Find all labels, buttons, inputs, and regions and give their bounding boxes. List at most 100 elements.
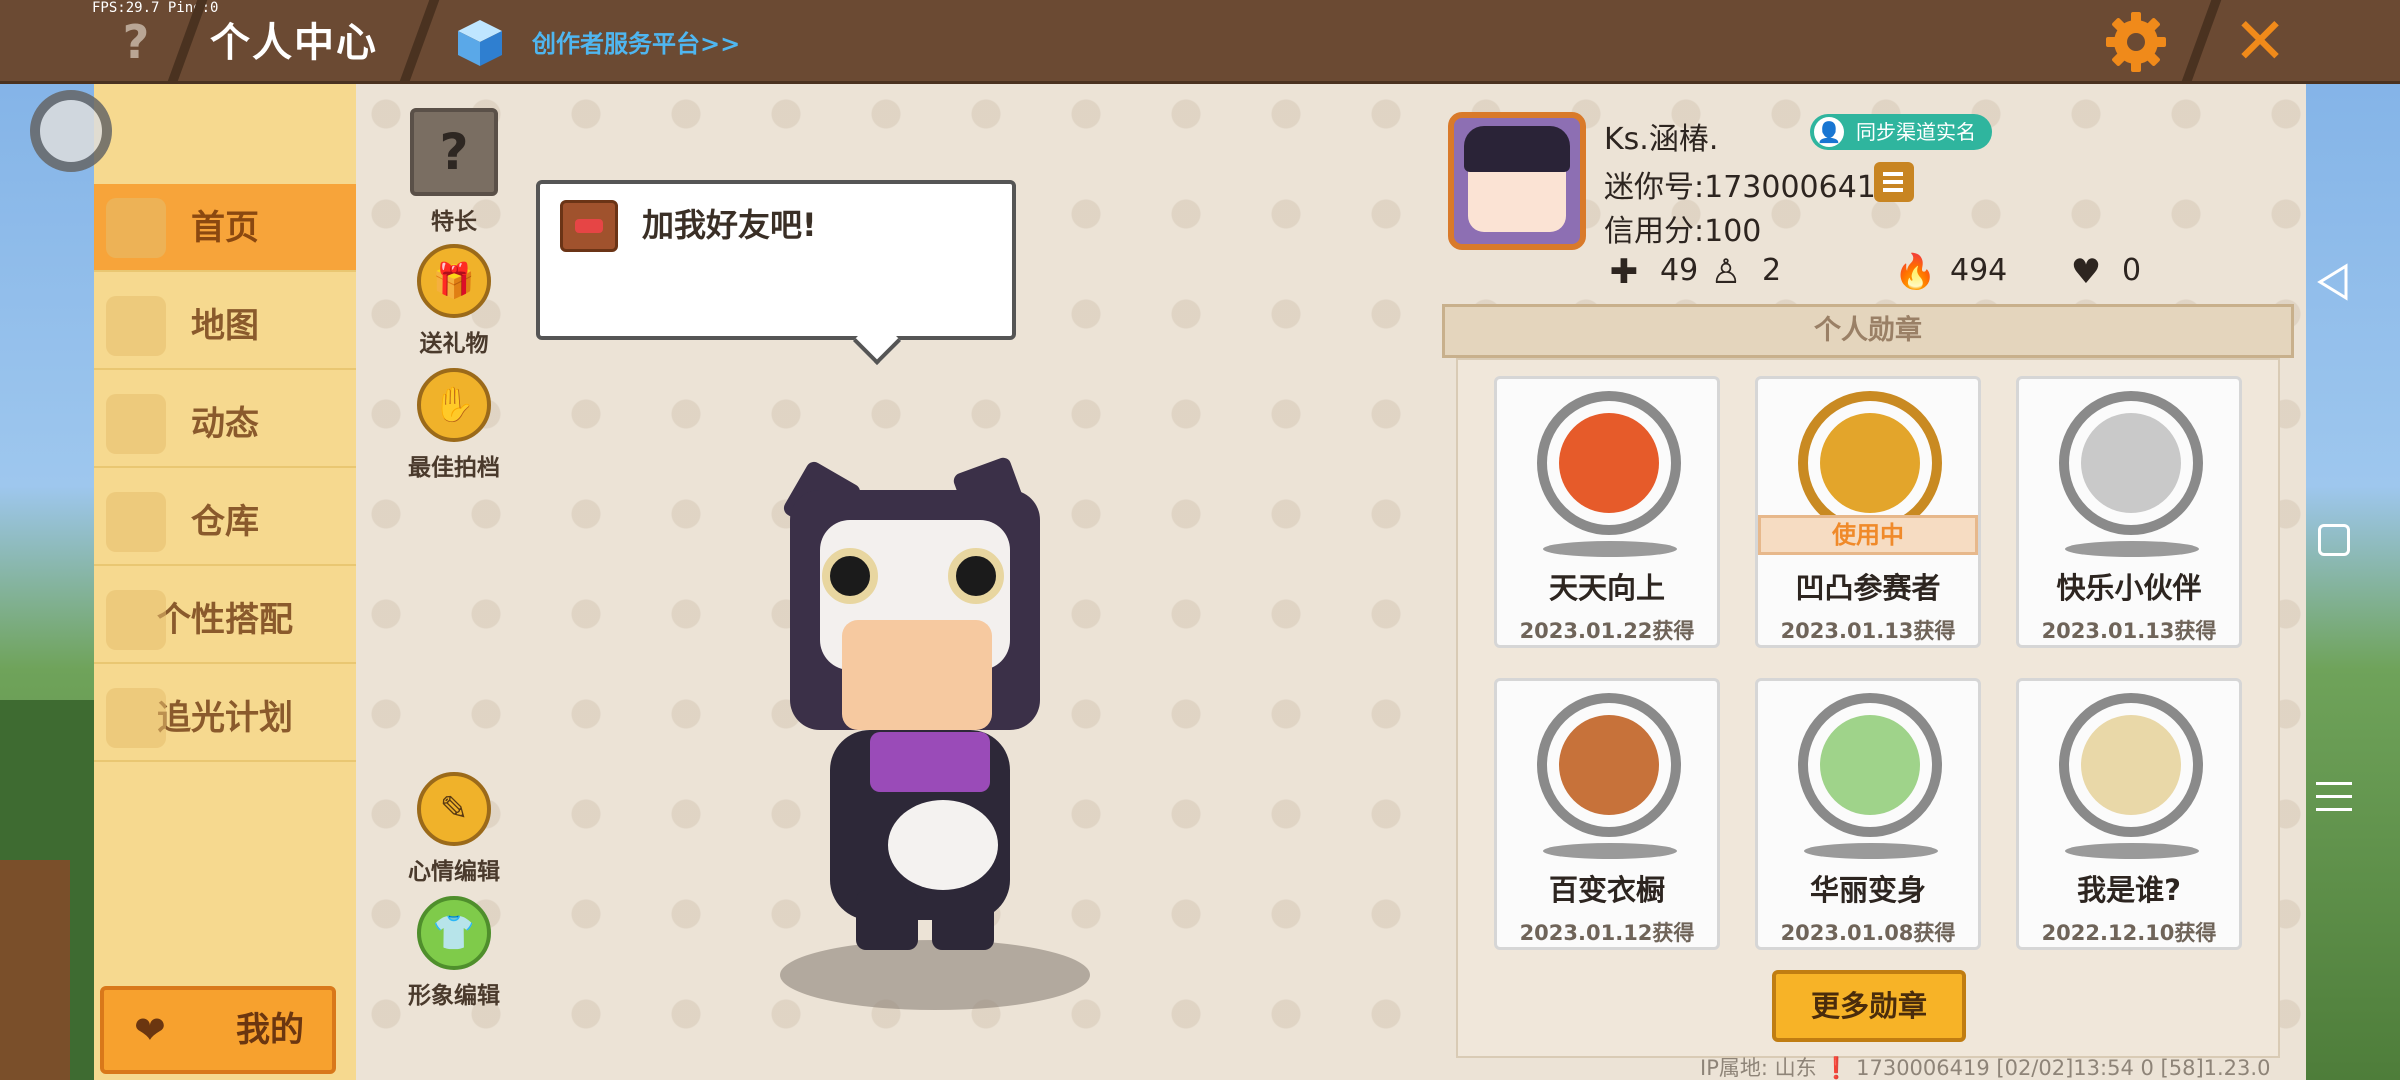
medal-core — [1559, 715, 1659, 815]
likes-count: 0 — [2122, 253, 2142, 288]
medal-date: 2023.01.13获得 — [2041, 619, 2217, 643]
medal-date: 2023.01.22获得 — [1519, 619, 1695, 643]
sidebar-item-chase-light[interactable]: 追光计划 — [94, 674, 356, 762]
medal-name: 天天向上 — [1548, 571, 1665, 605]
close-button[interactable]: ✕ — [2226, 8, 2294, 76]
gift-action[interactable]: 🎁 送礼物 — [394, 244, 514, 358]
profile-avatar[interactable] — [1448, 112, 1586, 250]
avatar-scarf — [870, 732, 990, 792]
mood-edit-action[interactable]: ✎ 心情编辑 — [394, 772, 514, 886]
medal-card[interactable]: 快乐小伙伴 2023.01.13获得 — [2016, 376, 2242, 648]
medal-icon — [2059, 391, 2203, 535]
pencil-icon: ✎ — [417, 772, 491, 846]
divider — [398, 0, 440, 84]
action-label: 特长 — [431, 209, 477, 235]
medal-pedestal — [1543, 843, 1677, 859]
more-medals-button[interactable]: 更多勋章 — [1772, 970, 1966, 1042]
mini-id: 迷你号:1730006419 — [1604, 170, 1895, 205]
avatar-shadow — [780, 940, 1090, 1010]
map-icon — [106, 296, 166, 356]
medal-card[interactable]: 百变衣橱 2023.01.12获得 — [1494, 678, 1720, 950]
avatar-eye — [948, 548, 1004, 604]
profile-avatar-hood — [1464, 126, 1570, 172]
profile-name: Ks.涵椿. — [1604, 122, 1719, 157]
medal-pedestal — [2065, 541, 2199, 557]
action-label: 形象编辑 — [408, 983, 500, 1009]
sync-badge-label: 同步渠道实名 — [1856, 120, 1976, 144]
sidebar-item-feed[interactable]: 动态 — [94, 380, 356, 468]
medal-name: 凹凸参赛者 — [1795, 571, 1941, 605]
sidebar-item-label: 首页 — [191, 208, 259, 248]
medal-core — [1820, 413, 1920, 513]
medal-card[interactable]: 我是谁? 2022.12.10获得 — [2016, 678, 2242, 950]
in-use-tag: 使用中 — [1758, 515, 1978, 555]
medal-pedestal — [1543, 541, 1677, 557]
fans-stat[interactable]: ♙ 2 — [1706, 250, 1781, 292]
person-raise-icon: ♙ — [1710, 252, 1742, 292]
medals-header: 个人勋章 — [1442, 304, 2294, 358]
speech-bubble[interactable]: 加我好友吧! — [536, 180, 1016, 340]
copy-id-button[interactable] — [1874, 162, 1914, 202]
top-bar: FPS:29.7 Ping:0 ? 个人中心 创作者服务平台>> ✕ — [0, 0, 2400, 84]
avatar-leg — [856, 890, 918, 950]
sidebar-item-label: 仓库 — [191, 502, 259, 542]
home-square-icon[interactable] — [2318, 524, 2350, 556]
bubble-text: 加我好友吧! — [642, 206, 817, 244]
medal-icon — [1537, 391, 1681, 535]
avatar-leg — [932, 890, 994, 950]
specialty-action[interactable]: ? 特长 — [394, 108, 514, 236]
sidebar: 首页 地图 动态 仓库 个性搭配 追光计划 — [94, 84, 356, 1080]
medal-icon — [2059, 693, 2203, 837]
mine-button-label: 我的 — [236, 1010, 304, 1050]
bell-icon — [106, 394, 166, 454]
person-icon: 👤 — [1814, 117, 1844, 147]
shirt-icon: 👕 — [417, 896, 491, 970]
medal-date: 2023.01.08获得 — [1780, 921, 1956, 945]
likes-stat[interactable]: ♥ 0 — [2066, 250, 2141, 292]
home-icon — [106, 198, 166, 258]
flame-icon: 🔥 — [1894, 252, 1937, 292]
outfit-icon — [106, 590, 166, 650]
sync-realname-badge[interactable]: 👤 同步渠道实名 — [1810, 114, 1992, 150]
medal-core — [1820, 715, 1920, 815]
action-label: 送礼物 — [419, 331, 489, 357]
sidebar-item-home[interactable]: 首页 — [94, 184, 356, 272]
chest-icon — [560, 200, 618, 252]
medal-card[interactable]: 天天向上 2023.01.22获得 — [1494, 376, 1720, 648]
back-icon[interactable] — [2314, 262, 2354, 302]
popularity-count: 494 — [1950, 253, 2008, 288]
partner-action[interactable]: ✋ 最佳拍档 — [394, 368, 514, 482]
sidebar-item-label: 地图 — [191, 306, 259, 346]
friends-stat[interactable]: ✚ 49 — [1604, 250, 1698, 292]
warehouse-icon — [106, 492, 166, 552]
sidebar-item-warehouse[interactable]: 仓库 — [94, 478, 356, 566]
popularity-stat[interactable]: 🔥 494 — [1894, 250, 2007, 292]
sidebar-item-outfit[interactable]: 个性搭配 — [94, 576, 356, 664]
medal-card[interactable]: 使用中 凹凸参赛者 2023.01.13获得 — [1755, 376, 1981, 648]
help-button[interactable]: ? — [112, 12, 160, 72]
medal-pedestal — [2065, 843, 2199, 859]
footer-info: IP属地: 山东 ❗ 1730006419 [02/02]13:54 0 [58… — [1700, 1056, 2271, 1080]
medal-date: 2022.12.10获得 — [2041, 921, 2217, 945]
credit-score: 信用分:100 — [1604, 214, 1762, 249]
mine-button[interactable]: ❤ 我的 — [100, 986, 336, 1074]
gear-icon[interactable] — [2102, 8, 2170, 76]
menu-icon[interactable] — [2316, 782, 2352, 818]
medal-core — [1559, 413, 1659, 513]
medal-date: 2023.01.12获得 — [1519, 921, 1695, 945]
sidebar-item-label: 追光计划 — [157, 698, 293, 738]
medal-card[interactable]: 华丽变身 2023.01.08获得 — [1755, 678, 1981, 950]
sidebar-item-label: 动态 — [191, 404, 259, 444]
medal-icon — [1798, 391, 1942, 535]
sidebar-item-map[interactable]: 地图 — [94, 282, 356, 370]
player-avatar[interactable] — [760, 455, 1100, 1010]
screen-record-button[interactable] — [30, 90, 112, 172]
medal-name: 华丽变身 — [1809, 873, 1926, 907]
avatar-belly — [888, 800, 998, 890]
heart-icon: ❤ — [134, 1008, 166, 1052]
creator-platform-link[interactable]: 创作者服务平台>> — [532, 24, 740, 59]
image-edit-action[interactable]: 👕 形象编辑 — [394, 896, 514, 1010]
medal-date: 2023.01.13获得 — [1780, 619, 1956, 643]
cube-icon[interactable] — [456, 18, 504, 68]
medal-pedestal — [1804, 843, 1938, 859]
